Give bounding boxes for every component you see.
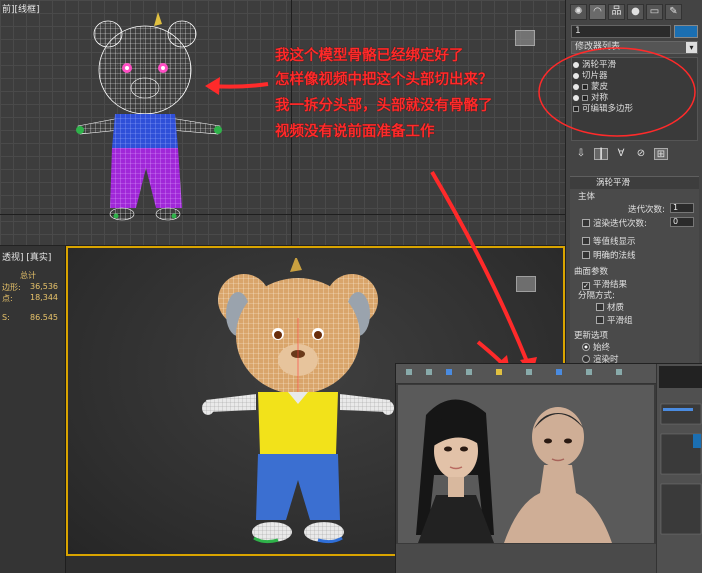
surface-params-label: 曲面参数	[574, 267, 609, 277]
stack-item-label: 可编辑多边形	[582, 104, 634, 114]
stack-item-label: 涡轮平滑	[582, 60, 617, 70]
stack-item-editable-poly[interactable]: 可编辑多边形	[572, 104, 697, 115]
stack-item-symmetry[interactable]: 对称	[572, 93, 697, 104]
front-viewport-label[interactable]: 前][线框]	[2, 2, 40, 15]
inset-command-panel	[656, 364, 702, 573]
iterations-label: 迭代次数:	[628, 205, 665, 215]
inset-toolbar-icon	[446, 369, 452, 375]
turbosmooth-rollout-title[interactable]: 涡轮平滑	[570, 177, 699, 189]
inset-toolbar-icon	[406, 369, 412, 375]
utilities-tab-icon[interactable]: ✎	[665, 4, 682, 20]
stack-item-turbosmooth[interactable]: 涡轮平滑	[572, 60, 697, 71]
stats-total-label: 总计	[20, 271, 36, 280]
perspective-viewport-label[interactable]: 透视] [真实]	[2, 250, 51, 263]
stack-item-label: 切片器	[582, 71, 608, 81]
display-tab-icon[interactable]: ▭	[646, 4, 663, 20]
perspective-viewport-left-strip[interactable]: 透视] [真实] 总计 边形: 36,536 点: 18,344 S: 86.5…	[0, 246, 66, 573]
shaded-bear-model[interactable]	[198, 258, 398, 558]
stats-verts-label: 点:	[2, 294, 13, 303]
smoothing-groups-checkbox[interactable]: 平滑组	[596, 314, 633, 326]
object-color-swatch[interactable]	[674, 25, 698, 38]
inset-toolbar-icon	[616, 369, 622, 375]
hierarchy-tab-icon[interactable]: 品	[608, 4, 625, 20]
wireframe-bear-model[interactable]	[70, 8, 230, 228]
configure-sets-icon[interactable]: ⊞	[654, 148, 668, 160]
motion-tab-icon[interactable]: ●	[627, 4, 644, 20]
inset-character-heads	[416, 399, 612, 543]
modifier-stack: 涡轮平滑 切片器 蒙皮 对称 可编辑多边形	[571, 57, 698, 141]
inset-toolbar-icon	[466, 369, 472, 375]
lightbulb-icon[interactable]	[573, 84, 579, 90]
show-end-result-icon[interactable]: ┃	[594, 148, 608, 160]
separate-by-label: 分隔方式:	[578, 291, 615, 301]
modifier-list-dropdown[interactable]: 修改器列表 ▾	[571, 41, 698, 54]
inset-timeline	[396, 544, 656, 573]
expand-icon[interactable]	[582, 95, 588, 101]
stats-polys-label: 边形:	[2, 283, 21, 292]
make-unique-icon[interactable]: ∀	[614, 148, 628, 160]
update-options-label: 更新选项	[574, 331, 609, 341]
stack-item-slicer[interactable]: 切片器	[572, 71, 697, 82]
tutorial-video-screenshot	[395, 363, 702, 573]
inset-toolbar-icon	[586, 369, 592, 375]
inset-command-panel-graphic	[659, 366, 702, 535]
pin-stack-icon[interactable]: ⇩	[574, 148, 588, 160]
lightbulb-icon[interactable]	[573, 62, 579, 68]
stats-verts-value: 18,344	[30, 293, 58, 302]
inset-toolbar	[396, 364, 656, 384]
viewcube-icon[interactable]	[515, 30, 535, 46]
inset-toolbar-icon	[526, 369, 532, 375]
inset-toolbar-icon	[556, 369, 562, 375]
modify-tab-icon[interactable]: ◠	[589, 4, 606, 20]
stack-item-label: 蒙皮	[591, 82, 609, 92]
update-always-radio[interactable]: 始终	[582, 341, 610, 353]
lightbulb-icon[interactable]	[573, 95, 579, 101]
render-iterations-spinner[interactable]: 0	[670, 217, 694, 227]
annotation-line-2: 怎样像视频中把这个头部切出来？	[275, 72, 493, 88]
main-group-label: 主体	[578, 192, 596, 202]
stack-item-label: 对称	[591, 93, 609, 103]
object-name-field[interactable]: 1	[571, 25, 671, 38]
annotation-line-1: 我这个模型骨骼已经绑定好了	[275, 48, 464, 64]
stats-polys-value: 36,536	[30, 282, 58, 291]
stack-item-skin[interactable]: 蒙皮	[572, 82, 697, 93]
chevron-down-icon: ▾	[686, 42, 697, 53]
isoline-display-checkbox[interactable]: 等值线显示	[582, 235, 636, 247]
remove-modifier-icon[interactable]: ⊘	[634, 148, 648, 160]
inset-toolbar-icon	[426, 369, 432, 375]
inset-toolbar-icon	[496, 369, 502, 375]
lightbulb-icon[interactable]	[573, 73, 579, 79]
viewcube-icon[interactable]	[516, 276, 536, 292]
stack-toolbar: ⇩ ┃ ∀ ⊘ ⊞	[574, 148, 668, 160]
command-panel-tabs: ✺ ◠ 品 ● ▭ ✎	[570, 4, 682, 20]
stats-fps-label: S:	[2, 313, 10, 322]
materials-checkbox[interactable]: 材质	[596, 301, 624, 313]
render-iterations-checkbox[interactable]: 渲染迭代次数:	[582, 217, 647, 229]
iterations-spinner[interactable]: 1	[670, 203, 694, 213]
explicit-normals-checkbox[interactable]: 明确的法线	[582, 249, 636, 261]
expand-icon[interactable]	[573, 106, 579, 112]
annotation-line-3: 我一拆分头部，头部就没有骨骼了	[275, 98, 493, 114]
create-tab-icon[interactable]: ✺	[570, 4, 587, 20]
modifier-list-label: 修改器列表	[575, 42, 621, 52]
expand-icon[interactable]	[582, 84, 588, 90]
inset-viewport	[398, 385, 654, 543]
stats-fps-value: 86.545	[30, 313, 58, 322]
annotation-line-4: 视频没有说前面准备工作	[275, 124, 435, 140]
